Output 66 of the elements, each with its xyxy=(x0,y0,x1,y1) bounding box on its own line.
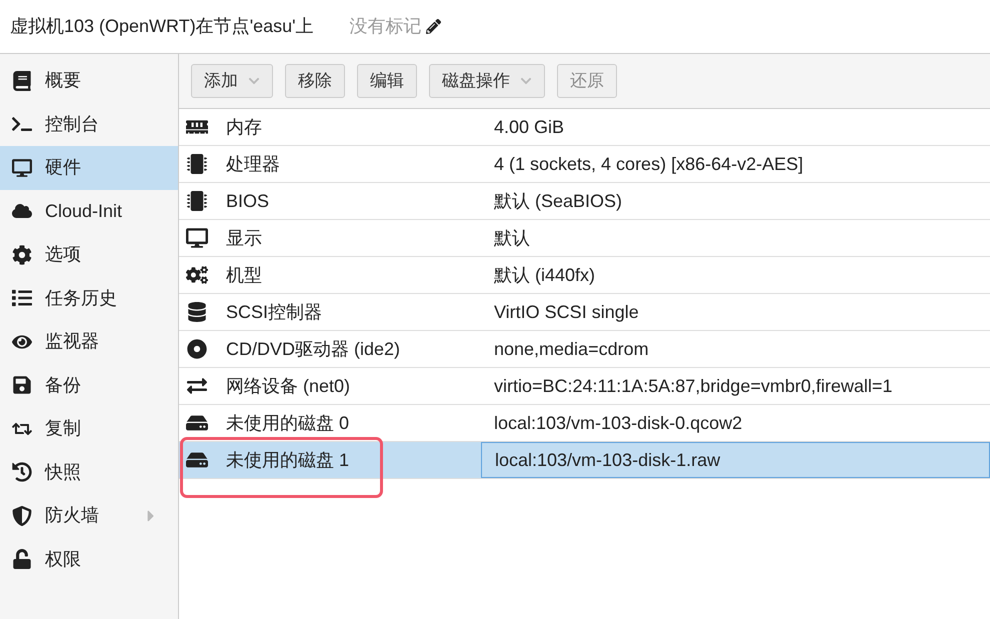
monitor-icon xyxy=(186,228,208,248)
monitor-icon xyxy=(12,158,32,178)
table-cell-text: 处理器 xyxy=(226,152,280,176)
sidebar-item[interactable]: 快照 xyxy=(0,450,178,494)
table-cell-text: 内存 xyxy=(226,116,262,138)
table-cell-text: 4.00 GiB xyxy=(494,116,564,138)
table-row[interactable]: CD/DVD驱动器 (ide2) none,media=cdrom xyxy=(179,331,990,368)
sidebar-item[interactable]: 控制台 xyxy=(0,102,178,146)
database-icon xyxy=(186,302,208,322)
drive-icon xyxy=(186,413,208,433)
toolbar-button[interactable]: 编辑 xyxy=(357,64,417,98)
table-cell-text: local:103/vm-103-disk-1.raw xyxy=(495,448,720,472)
history-icon xyxy=(12,462,32,482)
table-cell-text: 默认 xyxy=(494,226,530,250)
list-icon xyxy=(12,288,32,308)
sidebar-item[interactable]: 监视器 xyxy=(0,320,178,364)
table-cell-text: local:103/vm-103-disk-0.qcow2 xyxy=(494,412,742,435)
sidebar-item[interactable]: Cloud-Init xyxy=(0,190,178,233)
sidebar-item[interactable]: 备份 xyxy=(0,364,178,407)
table-row[interactable]: 机型 默认 (i440fx) xyxy=(179,257,990,294)
table-cell-text: 显示 xyxy=(226,226,262,250)
table-cell-text: 4 (1 sockets, 4 cores) [x86-64-v2-AES] xyxy=(494,152,804,176)
table-cell-text: 机型 xyxy=(226,264,262,286)
floppy-icon xyxy=(12,375,32,396)
sidebar-item[interactable]: 任务历史 xyxy=(0,276,178,320)
chip-icon xyxy=(186,154,208,174)
table-cell-text: virtio=BC:24:11:1A:5A:87,bridge=vmbr0,firewall=1 xyxy=(494,374,892,398)
book-icon xyxy=(12,70,32,91)
drive-icon xyxy=(186,450,208,470)
table-cell-text: none,media=cdrom xyxy=(494,338,649,360)
sidebar-item[interactable]: 硬件 xyxy=(0,146,178,190)
shield-icon xyxy=(12,506,32,526)
vm-title: 虚拟机103 (OpenWRT)在节点'easu'上 xyxy=(10,15,314,38)
table-row[interactable]: 处理器 4 (1 sockets, 4 cores) [x86-64-v2-AES] xyxy=(179,146,990,183)
toolbar-button[interactable]: 磁盘操作 xyxy=(429,64,545,98)
chip-icon xyxy=(186,191,208,211)
table-row[interactable]: 显示 默认 xyxy=(179,220,990,257)
table-row[interactable]: 网络设备 (net0) virtio=BC:24:11:1A:5A:87,bridge=vmbr0,firewall=1 xyxy=(179,368,990,405)
table-cell-text: VirtIO SCSI single xyxy=(494,300,639,324)
table-cell-text: CD/DVD驱动器 (ide2) xyxy=(226,338,400,361)
toolbar-button[interactable]: 添加 xyxy=(191,64,273,98)
tags-label: 没有标记 xyxy=(350,15,422,38)
arrows-icon xyxy=(186,376,208,396)
caret-icon xyxy=(520,75,532,87)
caret-icon xyxy=(248,75,260,87)
unlock-icon xyxy=(12,549,32,570)
table-cell-text: 未使用的磁盘 1 xyxy=(226,448,350,472)
table-row[interactable]: 内存 4.00 GiB xyxy=(179,109,990,146)
table-row[interactable]: SCSI控制器 VirtIO SCSI single xyxy=(179,294,990,331)
sidebar-item[interactable]: 防火墙 xyxy=(0,494,178,538)
table-cell-text: 默认 (i440fx) xyxy=(494,264,596,287)
table-cell-text: BIOS xyxy=(226,190,270,212)
gears-icon xyxy=(186,265,208,285)
table-cell-text: 网络设备 (net0) xyxy=(226,374,350,398)
sidebar-item[interactable]: 选项 xyxy=(0,233,178,276)
table-cell-text: SCSI控制器 xyxy=(226,300,322,324)
gear-icon xyxy=(12,244,32,265)
sidebar-item[interactable]: 复制 xyxy=(0,407,178,450)
sidebar-item[interactable]: 权限 xyxy=(0,538,178,581)
table-cell-text: 默认 (SeaBIOS) xyxy=(494,190,622,213)
sidebar-item[interactable]: 概要 xyxy=(0,59,178,102)
edit-icon[interactable] xyxy=(426,19,441,34)
table-row[interactable]: BIOS 默认 (SeaBIOS) xyxy=(179,183,990,220)
table-cell-text: 未使用的磁盘 0 xyxy=(226,412,350,434)
table-row[interactable]: 未使用的磁盘 1 local:103/vm-103-disk-1.raw xyxy=(179,442,990,479)
toolbar-button[interactable]: 移除 xyxy=(285,64,345,98)
